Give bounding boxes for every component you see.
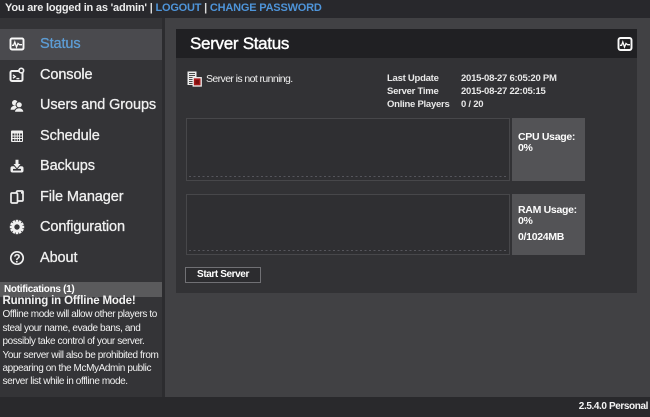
svg-text:?: ? [13, 253, 20, 265]
